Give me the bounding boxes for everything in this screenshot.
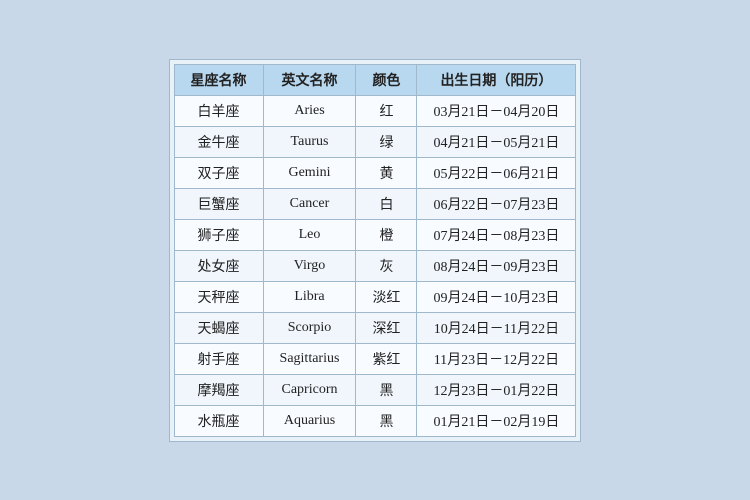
table-row: 天秤座Libra淡红09月24日－10月23日 xyxy=(174,281,576,312)
cell-2-2: 黄 xyxy=(356,157,417,188)
cell-7-3: 10月24日－11月22日 xyxy=(417,312,576,343)
column-header: 颜色 xyxy=(356,64,417,95)
cell-7-2: 深红 xyxy=(356,312,417,343)
cell-1-0: 金牛座 xyxy=(174,126,263,157)
cell-5-2: 灰 xyxy=(356,250,417,281)
column-header: 出生日期（阳历） xyxy=(417,64,576,95)
cell-2-1: Gemini xyxy=(263,157,356,188)
cell-5-0: 处女座 xyxy=(174,250,263,281)
cell-10-3: 01月21日－02月19日 xyxy=(417,405,576,436)
cell-0-2: 红 xyxy=(356,95,417,126)
cell-2-3: 05月22日－06月21日 xyxy=(417,157,576,188)
table-row: 白羊座Aries红03月21日－04月20日 xyxy=(174,95,576,126)
cell-1-1: Taurus xyxy=(263,126,356,157)
cell-10-1: Aquarius xyxy=(263,405,356,436)
column-header: 星座名称 xyxy=(174,64,263,95)
table-header-row: 星座名称英文名称颜色出生日期（阳历） xyxy=(174,64,576,95)
zodiac-table-wrapper: 星座名称英文名称颜色出生日期（阳历） 白羊座Aries红03月21日－04月20… xyxy=(169,59,582,442)
cell-2-0: 双子座 xyxy=(174,157,263,188)
table-row: 狮子座Leo橙07月24日－08月23日 xyxy=(174,219,576,250)
cell-10-2: 黑 xyxy=(356,405,417,436)
cell-0-1: Aries xyxy=(263,95,356,126)
cell-8-2: 紫红 xyxy=(356,343,417,374)
cell-4-2: 橙 xyxy=(356,219,417,250)
cell-9-0: 摩羯座 xyxy=(174,374,263,405)
cell-8-0: 射手座 xyxy=(174,343,263,374)
cell-7-0: 天蝎座 xyxy=(174,312,263,343)
cell-4-3: 07月24日－08月23日 xyxy=(417,219,576,250)
table-row: 射手座Sagittarius紫红11月23日－12月22日 xyxy=(174,343,576,374)
table-row: 巨蟹座Cancer白06月22日－07月23日 xyxy=(174,188,576,219)
cell-6-2: 淡红 xyxy=(356,281,417,312)
cell-4-1: Leo xyxy=(263,219,356,250)
cell-9-3: 12月23日－01月22日 xyxy=(417,374,576,405)
zodiac-table: 星座名称英文名称颜色出生日期（阳历） 白羊座Aries红03月21日－04月20… xyxy=(174,64,577,437)
cell-8-1: Sagittarius xyxy=(263,343,356,374)
table-row: 双子座Gemini黄05月22日－06月21日 xyxy=(174,157,576,188)
cell-3-2: 白 xyxy=(356,188,417,219)
cell-9-2: 黑 xyxy=(356,374,417,405)
cell-6-3: 09月24日－10月23日 xyxy=(417,281,576,312)
cell-3-0: 巨蟹座 xyxy=(174,188,263,219)
cell-4-0: 狮子座 xyxy=(174,219,263,250)
table-row: 摩羯座Capricorn黑12月23日－01月22日 xyxy=(174,374,576,405)
cell-6-1: Libra xyxy=(263,281,356,312)
cell-0-0: 白羊座 xyxy=(174,95,263,126)
cell-5-3: 08月24日－09月23日 xyxy=(417,250,576,281)
column-header: 英文名称 xyxy=(263,64,356,95)
cell-1-3: 04月21日－05月21日 xyxy=(417,126,576,157)
cell-7-1: Scorpio xyxy=(263,312,356,343)
table-row: 天蝎座Scorpio深红10月24日－11月22日 xyxy=(174,312,576,343)
table-row: 金牛座Taurus绿04月21日－05月21日 xyxy=(174,126,576,157)
cell-10-0: 水瓶座 xyxy=(174,405,263,436)
cell-3-1: Cancer xyxy=(263,188,356,219)
cell-3-3: 06月22日－07月23日 xyxy=(417,188,576,219)
cell-9-1: Capricorn xyxy=(263,374,356,405)
table-row: 处女座Virgo灰08月24日－09月23日 xyxy=(174,250,576,281)
cell-5-1: Virgo xyxy=(263,250,356,281)
cell-0-3: 03月21日－04月20日 xyxy=(417,95,576,126)
cell-6-0: 天秤座 xyxy=(174,281,263,312)
cell-1-2: 绿 xyxy=(356,126,417,157)
table-row: 水瓶座Aquarius黑01月21日－02月19日 xyxy=(174,405,576,436)
cell-8-3: 11月23日－12月22日 xyxy=(417,343,576,374)
